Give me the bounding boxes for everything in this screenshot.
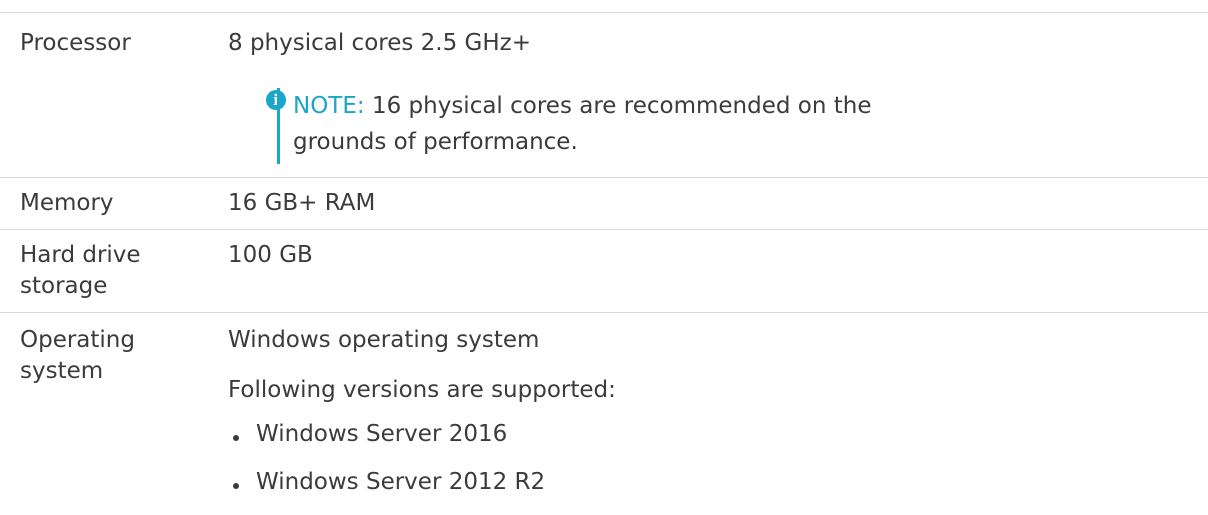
table-row-processor: Processor 8 physical cores 2.5 GHz+ i NO… <box>0 12 1208 178</box>
bullet-icon <box>233 483 239 489</box>
row-value-storage: 100 GB <box>228 242 313 268</box>
note-prefix: NOTE: <box>293 93 365 119</box>
row-value-processor: 8 physical cores 2.5 GHz+ <box>228 30 532 56</box>
list-item: Windows Server 2012 R2 <box>228 467 545 515</box>
supported-versions-intro: Following versions are supported: <box>228 377 616 403</box>
row-label-os: Operating system <box>20 327 135 384</box>
table-row-storage: Hard drive storage 100 GB <box>0 229 1208 313</box>
note-body: 16 physical cores are recommended on the… <box>293 93 872 155</box>
note-text: NOTE: 16 physical cores are recommended … <box>293 88 933 160</box>
row-value-memory: 16 GB+ RAM <box>228 190 376 216</box>
list-item-label: Windows Server 2012 R2 <box>256 469 546 495</box>
row-value-os: Windows operating system <box>228 327 540 353</box>
list-item: Windows Server 2016 <box>228 419 545 467</box>
bullet-icon <box>233 435 239 441</box>
info-icon: i <box>266 90 286 110</box>
table-row-memory: Memory 16 GB+ RAM <box>0 177 1208 230</box>
row-label-processor: Processor <box>20 30 131 56</box>
row-label-storage: Hard drive storage <box>20 242 141 299</box>
table-row-os: Operating system Windows operating syste… <box>0 312 1208 502</box>
row-label-memory: Memory <box>20 190 114 216</box>
list-item-label: Windows Server 2016 <box>256 421 508 447</box>
note-accent-bar <box>277 88 280 164</box>
